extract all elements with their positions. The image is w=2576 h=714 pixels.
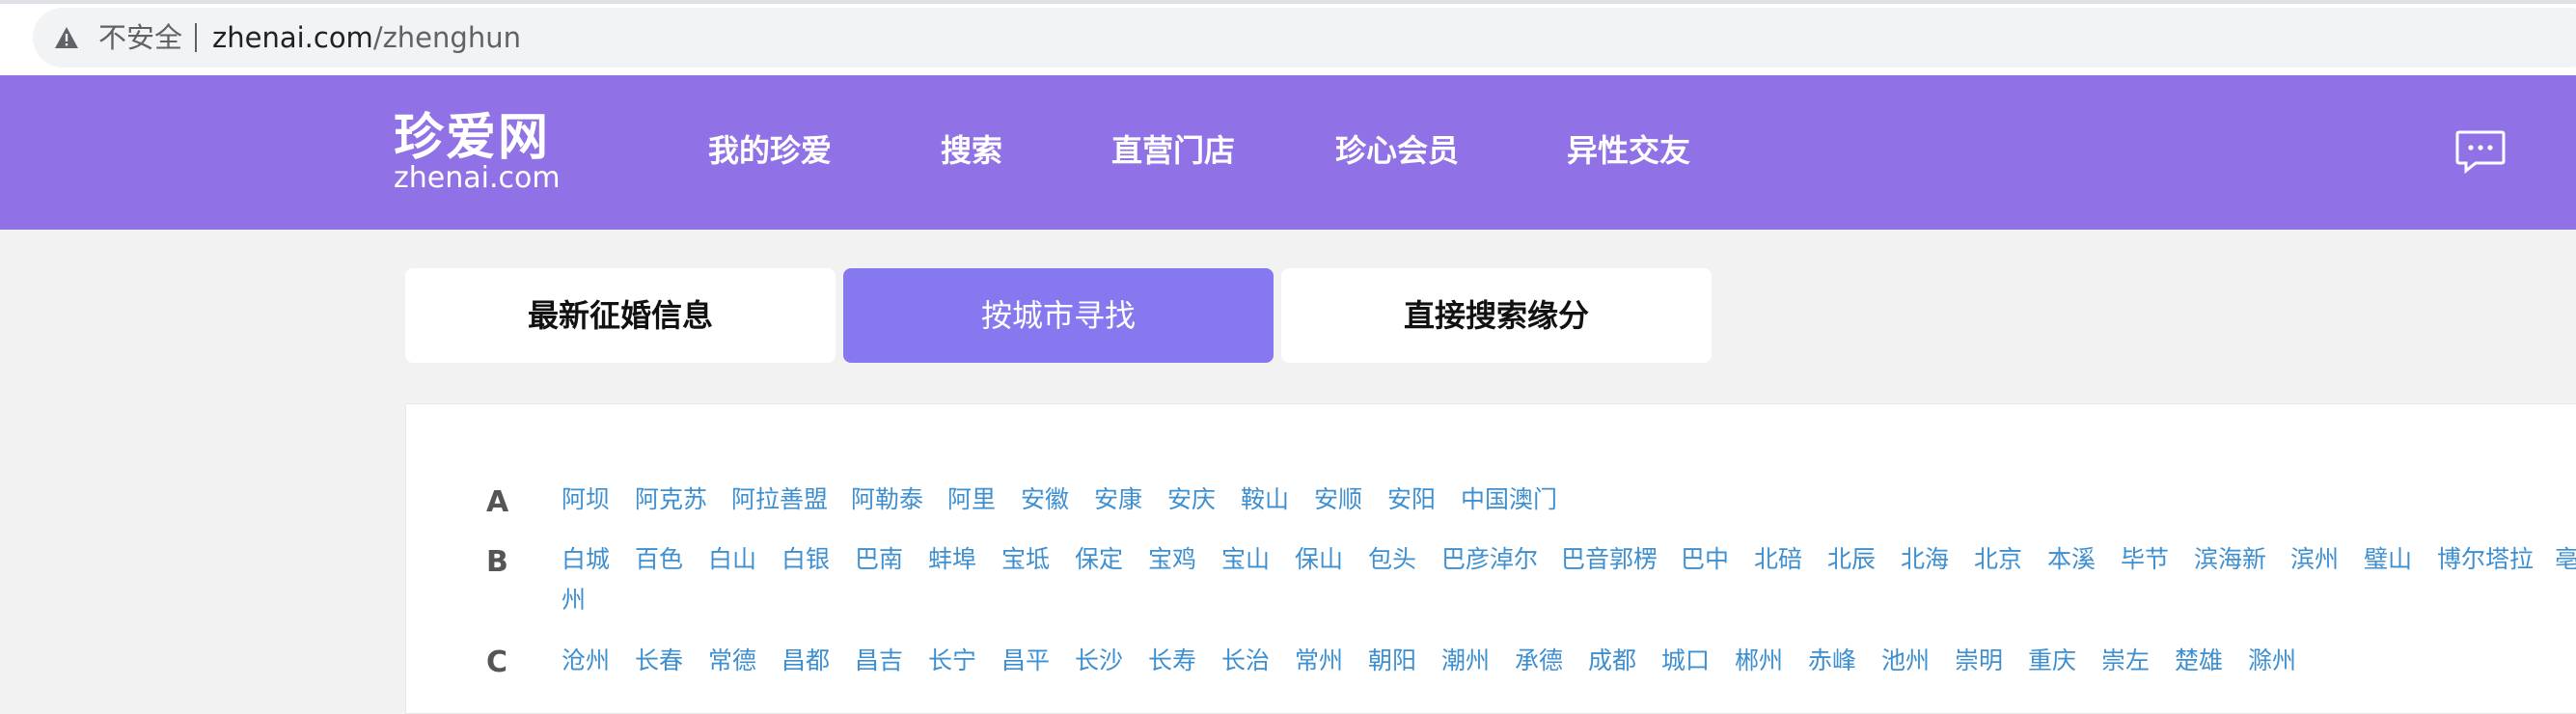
city-link[interactable]: 阿拉善盟	[731, 482, 828, 517]
city-link[interactable]: 亳	[2555, 542, 2576, 577]
site-header: 珍爱网 zhenai.com 我的珍爱 搜索 直营门店 珍心会员 异性交友	[0, 75, 2576, 230]
tab-direct-search[interactable]: 直接搜索缘分	[1281, 268, 1712, 363]
url-text[interactable]: zhenai.com/zhenghun	[212, 17, 521, 58]
city-link[interactable]: 蚌埠	[928, 542, 976, 577]
city-link[interactable]: 百色	[635, 542, 683, 577]
city-link[interactable]: 承德	[1515, 644, 1563, 678]
city-link[interactable]: 白城	[562, 542, 610, 577]
url-path: /zhenghun	[372, 21, 521, 54]
tab-by-city[interactable]: 按城市寻找	[843, 268, 1274, 363]
site-logo[interactable]: 珍爱网 zhenai.com	[394, 111, 561, 194]
letter-A: A	[486, 485, 509, 519]
tab-latest[interactable]: 最新征婚信息	[405, 268, 836, 363]
city-link[interactable]: 巴南	[855, 542, 903, 577]
city-link[interactable]: 巴音郭楞	[1561, 542, 1658, 577]
city-link[interactable]: 滨海新	[2194, 542, 2266, 577]
city-link[interactable]: 中国澳门	[1461, 482, 1557, 517]
city-link[interactable]: 沧州	[562, 644, 610, 678]
city-link[interactable]: 白山	[708, 542, 756, 577]
city-link[interactable]: 昌都	[781, 644, 830, 678]
city-link[interactable]: 博尔塔拉	[2437, 542, 2534, 577]
city-link[interactable]: 宝鸡	[1148, 542, 1196, 577]
city-link[interactable]: 朝阳	[1368, 644, 1416, 678]
city-link[interactable]: 州	[562, 583, 586, 618]
city-link[interactable]: 池州	[1881, 644, 1930, 678]
city-link[interactable]: 常州	[1295, 644, 1343, 678]
city-link[interactable]: 宝坻	[1001, 542, 1050, 577]
city-link[interactable]: 安庆	[1167, 482, 1216, 517]
city-link[interactable]: 安阳	[1387, 482, 1436, 517]
city-link[interactable]: 重庆	[2028, 644, 2076, 678]
city-link[interactable]: 昌吉	[855, 644, 903, 678]
message-icon[interactable]	[2454, 128, 2507, 175]
nav-dating[interactable]: 异性交友	[1567, 128, 1690, 173]
city-link[interactable]: 赤峰	[1808, 644, 1856, 678]
city-link[interactable]: 常德	[708, 644, 756, 678]
city-link[interactable]: 成都	[1588, 644, 1636, 678]
security-label[interactable]: 不安全	[98, 17, 182, 58]
city-link[interactable]: 阿勒泰	[851, 482, 923, 517]
city-link[interactable]: 巴彦淖尔	[1441, 542, 1538, 577]
city-link[interactable]: 阿坝	[562, 482, 610, 517]
letter-C: C	[486, 645, 508, 679]
city-link[interactable]: 北海	[1901, 542, 1949, 577]
city-link[interactable]: 滨州	[2290, 542, 2339, 577]
city-link[interactable]: 长沙	[1075, 644, 1123, 678]
city-link[interactable]: 长春	[635, 644, 683, 678]
city-link[interactable]: 包头	[1368, 542, 1416, 577]
city-link[interactable]: 北京	[1974, 542, 2022, 577]
city-link[interactable]: 昌平	[1001, 644, 1050, 678]
city-link[interactable]: 崇左	[2101, 644, 2150, 678]
address-separator	[195, 23, 197, 52]
city-link[interactable]: 安康	[1094, 482, 1142, 517]
city-link[interactable]: 巴中	[1681, 542, 1729, 577]
nav-my-zhenai[interactable]: 我的珍爱	[708, 128, 832, 173]
city-link[interactable]: 郴州	[1735, 644, 1783, 678]
city-link[interactable]: 城口	[1661, 644, 1710, 678]
city-link[interactable]: 滁州	[2248, 644, 2296, 678]
city-link[interactable]: 北碚	[1754, 542, 1802, 577]
city-link[interactable]: 北辰	[1827, 542, 1876, 577]
logo-english: zhenai.com	[394, 161, 561, 195]
city-link[interactable]: 楚雄	[2175, 644, 2223, 678]
nav-stores[interactable]: 直营门店	[1111, 128, 1235, 173]
city-link[interactable]: 潮州	[1441, 644, 1490, 678]
browser-address-bar: 不安全 zhenai.com/zhenghun	[0, 0, 2576, 75]
city-link[interactable]: 长寿	[1148, 644, 1196, 678]
city-link[interactable]: 崇明	[1955, 644, 2003, 678]
city-link[interactable]: 本溪	[2047, 542, 2096, 577]
city-link[interactable]: 鞍山	[1241, 482, 1289, 517]
city-link[interactable]: 阿里	[947, 482, 996, 517]
city-link[interactable]: 保定	[1075, 542, 1123, 577]
nav-membership[interactable]: 珍心会员	[1335, 128, 1459, 173]
letter-B: B	[486, 545, 508, 579]
city-link[interactable]: 安徽	[1021, 482, 1069, 517]
city-link[interactable]: 安顺	[1314, 482, 1362, 517]
nav-search[interactable]: 搜索	[941, 128, 1002, 173]
url-host: zhenai.com	[212, 21, 373, 54]
city-link[interactable]: 长治	[1221, 644, 1270, 678]
city-link[interactable]: 璧山	[2364, 542, 2412, 577]
city-link[interactable]: 阿克苏	[635, 482, 707, 517]
logo-chinese: 珍爱网	[394, 108, 551, 167]
city-link[interactable]: 白银	[781, 542, 830, 577]
city-link[interactable]: 宝山	[1221, 542, 1270, 577]
city-link[interactable]: 毕节	[2121, 542, 2169, 577]
warning-icon[interactable]	[54, 25, 79, 50]
city-link[interactable]: 长宁	[928, 644, 976, 678]
city-link[interactable]: 保山	[1295, 542, 1343, 577]
